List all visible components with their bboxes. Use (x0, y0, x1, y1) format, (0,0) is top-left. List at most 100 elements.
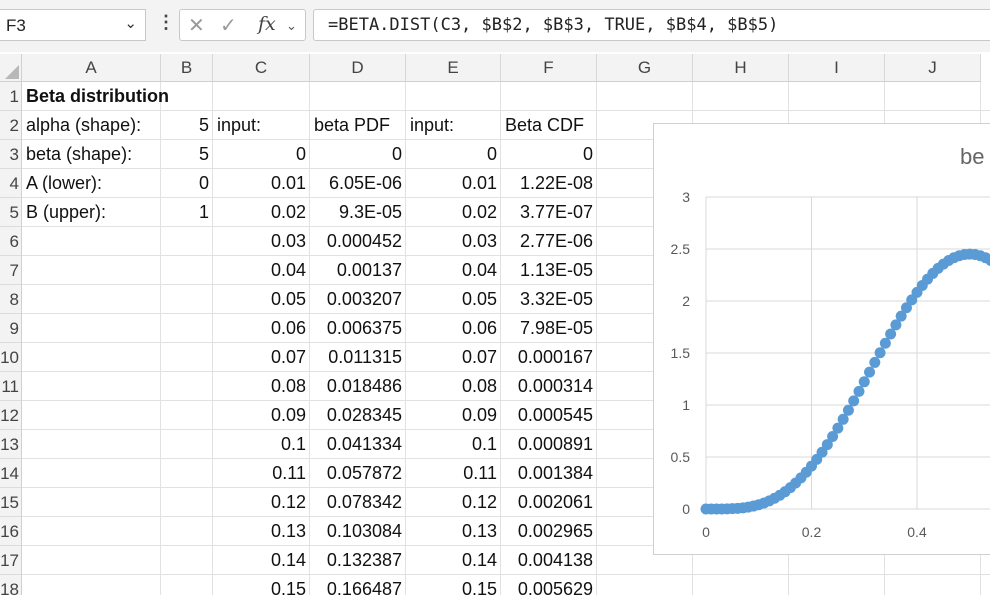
cell-c18[interactable]: 0.15 (213, 575, 310, 595)
cell-c11[interactable]: 0.08 (213, 372, 310, 401)
cell-e4[interactable]: 0.01 (406, 169, 501, 198)
cell-e2[interactable]: input: (406, 111, 501, 140)
cell-d3[interactable]: 0 (310, 140, 406, 169)
fx-icon[interactable]: fx (258, 13, 276, 35)
row-header[interactable]: 5 (0, 198, 22, 227)
cell-c12[interactable]: 0.09 (213, 401, 310, 430)
name-box[interactable]: F3 ⌄ (0, 9, 146, 41)
cell-c7[interactable]: 0.04 (213, 256, 310, 285)
cell-c15[interactable]: 0.12 (213, 488, 310, 517)
formula-input[interactable]: =BETA.DIST(C3, $B$2, $B$3, TRUE, $B$4, $… (313, 9, 990, 41)
cell-d17[interactable]: 0.132387 (310, 546, 406, 575)
cell-a1[interactable]: Beta distribution (22, 82, 322, 111)
cell-f12[interactable]: 0.000545 (501, 401, 597, 430)
cell-c3[interactable]: 0 (213, 140, 310, 169)
cell-b4[interactable]: 0 (161, 169, 213, 198)
cell-c9[interactable]: 0.06 (213, 314, 310, 343)
cell-c8[interactable]: 0.05 (213, 285, 310, 314)
cell-d2[interactable]: beta PDF (310, 111, 406, 140)
row-header[interactable]: 18 (0, 575, 22, 595)
row-header[interactable]: 1 (0, 82, 22, 111)
cell-e8[interactable]: 0.05 (406, 285, 501, 314)
cell-d6[interactable]: 0.000452 (310, 227, 406, 256)
column-header-b[interactable]: B (161, 54, 213, 82)
cell-f14[interactable]: 0.001384 (501, 459, 597, 488)
row-header[interactable]: 4 (0, 169, 22, 198)
row-header[interactable]: 14 (0, 459, 22, 488)
cell-f8[interactable]: 3.32E-05 (501, 285, 597, 314)
cell-d10[interactable]: 0.011315 (310, 343, 406, 372)
cell-c14[interactable]: 0.11 (213, 459, 310, 488)
cell-a4[interactable]: A (lower): (22, 169, 161, 198)
cell-f9[interactable]: 7.98E-05 (501, 314, 597, 343)
row-header[interactable]: 6 (0, 227, 22, 256)
chart[interactable]: be 0 0.5 1 1.5 2 2.5 3 0 0.2 0.4 (653, 123, 990, 555)
cell-e14[interactable]: 0.11 (406, 459, 501, 488)
cell-f5[interactable]: 3.77E-07 (501, 198, 597, 227)
cell-e6[interactable]: 0.03 (406, 227, 501, 256)
row-header[interactable]: 7 (0, 256, 22, 285)
column-header-e[interactable]: E (406, 54, 501, 82)
cell-f10[interactable]: 0.000167 (501, 343, 597, 372)
cell-d18[interactable]: 0.166487 (310, 575, 406, 595)
cell-f18[interactable]: 0.005629 (501, 575, 597, 595)
row-header[interactable]: 17 (0, 546, 22, 575)
cell-e3[interactable]: 0 (406, 140, 501, 169)
cell-e15[interactable]: 0.12 (406, 488, 501, 517)
cell-f15[interactable]: 0.002061 (501, 488, 597, 517)
cell-b3[interactable]: 5 (161, 140, 213, 169)
cancel-x-icon[interactable]: ✕ (188, 13, 205, 38)
cell-f3[interactable]: 0 (501, 140, 597, 169)
cell-d12[interactable]: 0.028345 (310, 401, 406, 430)
row-header[interactable]: 9 (0, 314, 22, 343)
row-header[interactable]: 16 (0, 517, 22, 546)
chevron-down-icon[interactable]: ⌄ (286, 18, 297, 34)
cell-d5[interactable]: 9.3E-05 (310, 198, 406, 227)
cell-d11[interactable]: 0.018486 (310, 372, 406, 401)
check-icon[interactable]: ✓ (220, 13, 237, 38)
cell-c4[interactable]: 0.01 (213, 169, 310, 198)
row-header[interactable]: 13 (0, 430, 22, 459)
row-header[interactable]: 15 (0, 488, 22, 517)
cell-e11[interactable]: 0.08 (406, 372, 501, 401)
column-header-a[interactable]: A (22, 54, 161, 82)
column-header-h[interactable]: H (693, 54, 789, 82)
cell-f13[interactable]: 0.000891 (501, 430, 597, 459)
cell-b5[interactable]: 1 (161, 198, 213, 227)
cell-d16[interactable]: 0.103084 (310, 517, 406, 546)
cell-e13[interactable]: 0.1 (406, 430, 501, 459)
cell-f6[interactable]: 2.77E-06 (501, 227, 597, 256)
select-all-button[interactable] (0, 54, 22, 82)
row-header[interactable]: 12 (0, 401, 22, 430)
cell-c17[interactable]: 0.14 (213, 546, 310, 575)
cell-e5[interactable]: 0.02 (406, 198, 501, 227)
cell-c13[interactable]: 0.1 (213, 430, 310, 459)
cell-a5[interactable]: B (upper): (22, 198, 161, 227)
cell-b2[interactable]: 5 (161, 111, 213, 140)
cell-d15[interactable]: 0.078342 (310, 488, 406, 517)
cell-f4[interactable]: 1.22E-08 (501, 169, 597, 198)
column-header-g[interactable]: G (597, 54, 693, 82)
column-header-f[interactable]: F (501, 54, 597, 82)
cell-d13[interactable]: 0.041334 (310, 430, 406, 459)
column-header-d[interactable]: D (310, 54, 406, 82)
cell-e12[interactable]: 0.09 (406, 401, 501, 430)
cell-f2[interactable]: Beta CDF (501, 111, 597, 140)
cell-e10[interactable]: 0.07 (406, 343, 501, 372)
column-header-i[interactable]: I (789, 54, 885, 82)
row-header[interactable]: 11 (0, 372, 22, 401)
cell-e18[interactable]: 0.15 (406, 575, 501, 595)
cell-c2[interactable]: input: (213, 111, 310, 140)
more-options-icon[interactable]: ⋮ (157, 12, 175, 33)
column-header-j[interactable]: J (885, 54, 981, 82)
cell-a2[interactable]: alpha (shape): (22, 111, 161, 140)
cell-f16[interactable]: 0.002965 (501, 517, 597, 546)
cell-c10[interactable]: 0.07 (213, 343, 310, 372)
cell-c6[interactable]: 0.03 (213, 227, 310, 256)
cell-f7[interactable]: 1.13E-05 (501, 256, 597, 285)
cell-e9[interactable]: 0.06 (406, 314, 501, 343)
cell-c5[interactable]: 0.02 (213, 198, 310, 227)
cell-d8[interactable]: 0.003207 (310, 285, 406, 314)
cell-c16[interactable]: 0.13 (213, 517, 310, 546)
cell-d9[interactable]: 0.006375 (310, 314, 406, 343)
